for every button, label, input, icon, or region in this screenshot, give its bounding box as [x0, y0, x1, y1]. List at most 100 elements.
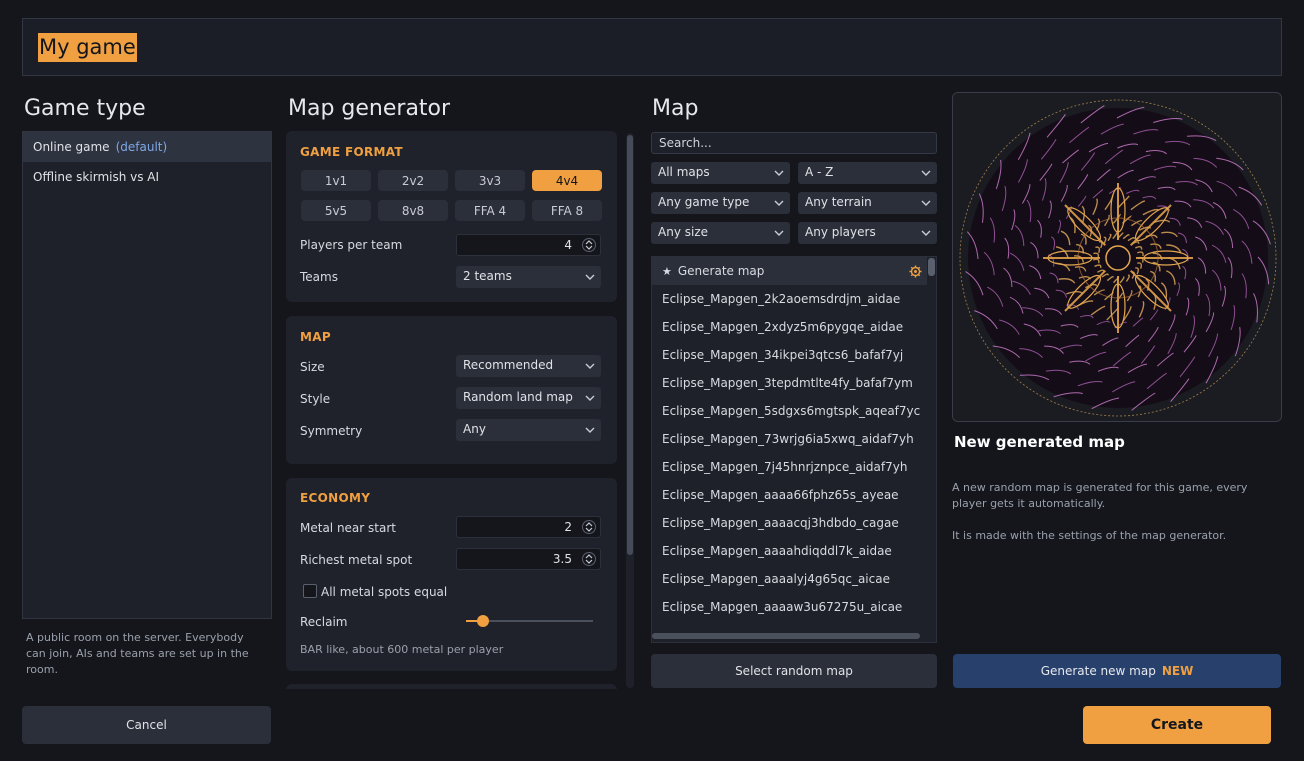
map-size-value: Any size	[658, 225, 708, 239]
chevron-down-icon	[921, 200, 931, 206]
teams-label: Teams	[300, 270, 338, 284]
map-list-horizontal-scrollbar[interactable]	[652, 633, 920, 639]
map-size-select[interactable]: Any size	[651, 222, 790, 244]
map-generator-title: Map generator	[288, 96, 451, 121]
format-1v1-button[interactable]: 1v1	[301, 170, 371, 191]
map-generator-scroll-thumb[interactable]	[627, 135, 633, 555]
map-list-item[interactable]: Eclipse_Mapgen_aaaahdiqddl7k_aidae	[652, 537, 936, 565]
preview-description: A new random map is generated for this g…	[952, 481, 1248, 510]
game-name-text[interactable]: My game	[38, 33, 137, 62]
richest-metal-value: 3.5	[552, 552, 572, 566]
map-settings-title: MAP	[300, 330, 331, 344]
map-generator-scrollbar[interactable]	[626, 133, 634, 688]
map-sort-value: A - Z	[805, 165, 834, 179]
players-per-team-value: 4	[564, 238, 572, 252]
map-list-item[interactable]: Eclipse_Mapgen_aaaalyj4g65qc_aicae	[652, 565, 936, 593]
map-title: Map	[652, 96, 699, 121]
game-type-offline[interactable]: Offline skirmish vs AI	[23, 162, 271, 192]
map-generator-panel: GAME FORMAT 1v1 2v2 3v3 4v4 5v5 8v8 FFA …	[286, 131, 618, 689]
size-select[interactable]: Recommended	[456, 355, 601, 377]
format-5v5-button[interactable]: 5v5	[301, 200, 371, 221]
game-type-description: A public room on the server. Everybody c…	[26, 631, 249, 676]
select-random-map-button[interactable]: Select random map	[651, 654, 937, 688]
create-button[interactable]: Create	[1083, 706, 1271, 744]
size-value: Recommended	[463, 358, 554, 372]
format-3v3-button[interactable]: 3v3	[455, 170, 525, 191]
reclaim-slider[interactable]	[466, 615, 593, 627]
style-select[interactable]: Random land map	[456, 387, 601, 409]
chevron-down-icon	[921, 230, 931, 236]
format-ffa8-button[interactable]: FFA 8	[532, 200, 602, 221]
generate-map-row[interactable]: ★ Generate map	[652, 257, 936, 285]
game-type-online-default: (default)	[115, 140, 168, 154]
format-4v4-button[interactable]: 4v4	[532, 170, 602, 191]
players-per-team-spinbox[interactable]: 4	[456, 234, 601, 256]
reclaim-description: BAR like, about 600 metal per player	[300, 643, 504, 656]
star-icon: ★	[662, 265, 672, 278]
chevron-down-icon	[774, 200, 784, 206]
cancel-button[interactable]: Cancel	[22, 706, 271, 744]
metal-near-start-spinbox[interactable]: 2	[456, 516, 601, 538]
chevron-down-icon	[585, 395, 595, 401]
map-terrain-value: Any terrain	[805, 195, 872, 209]
map-game-type-select[interactable]: Any game type	[651, 192, 790, 214]
game-type-title: Game type	[24, 96, 146, 121]
map-list-item[interactable]: Eclipse_Mapgen_aaaaw3u67275u_aicae	[652, 593, 936, 621]
economy-card: ECONOMY Metal near start 2 Richest metal…	[286, 478, 617, 671]
spin-arrows-icon[interactable]	[582, 237, 596, 253]
symmetry-select[interactable]: Any	[456, 419, 601, 441]
map-sort-select[interactable]: A - Z	[798, 162, 937, 184]
map-list-item[interactable]: Eclipse_Mapgen_aaaacqj3hdbdo_cagae	[652, 509, 936, 537]
size-label: Size	[300, 360, 325, 374]
map-list-item[interactable]: Eclipse_Mapgen_2xdyz5m6pygqe_aidae	[652, 313, 936, 341]
gear-icon[interactable]	[909, 265, 922, 278]
map-list-item[interactable]: Eclipse_Mapgen_aaaa66fphz65s_ayeae	[652, 481, 936, 509]
map-list-item[interactable]: Eclipse_Mapgen_7j45hnrjznpce_aidaf7yh	[652, 453, 936, 481]
format-8v8-button[interactable]: 8v8	[378, 200, 448, 221]
map-filter-value: All maps	[658, 165, 710, 179]
symmetry-label: Symmetry	[300, 424, 363, 438]
map-filter-select[interactable]: All maps	[651, 162, 790, 184]
reclaim-label: Reclaim	[300, 615, 348, 629]
format-2v2-button[interactable]: 2v2	[378, 170, 448, 191]
spin-arrows-icon[interactable]	[582, 519, 596, 535]
map-game-type-value: Any game type	[658, 195, 750, 209]
preview-settings-note: It is made with the settings of the map …	[952, 529, 1227, 542]
map-list-item[interactable]: Eclipse_Mapgen_34ikpei3qtcs6_bafaf7yj	[652, 341, 936, 369]
game-type-online[interactable]: Online game (default)	[23, 132, 271, 162]
map-list: ★ Generate map Eclipse_Mapgen_2k2aoemsdrd…	[651, 256, 937, 643]
chevron-down-icon	[774, 230, 784, 236]
generate-new-map-button[interactable]: Generate new map NEW	[953, 654, 1281, 688]
generate-new-map-label: Generate new map	[1040, 664, 1156, 678]
map-list-item[interactable]: Eclipse_Mapgen_2k2aoemsdrdjm_aidae	[652, 285, 936, 313]
game-name-field[interactable]: My game	[22, 18, 1282, 76]
game-format-card: GAME FORMAT 1v1 2v2 3v3 4v4 5v5 8v8 FFA …	[286, 131, 617, 302]
map-list-item[interactable]: Eclipse_Mapgen_73wrjg6ia5xwq_aidaf7yh	[652, 425, 936, 453]
map-search-input[interactable]: Search...	[651, 132, 937, 154]
teams-select[interactable]: 2 teams	[456, 266, 601, 288]
map-list-scrollbar[interactable]	[927, 257, 936, 642]
style-label: Style	[300, 392, 331, 406]
richest-metal-spinbox[interactable]: 3.5	[456, 548, 601, 570]
chevron-down-icon	[585, 363, 595, 369]
teams-value: 2 teams	[463, 269, 512, 283]
symmetry-value: Any	[463, 422, 486, 436]
players-per-team-label: Players per team	[300, 238, 403, 252]
generated-map-preview-icon	[953, 93, 1281, 421]
map-terrain-select[interactable]: Any terrain	[798, 192, 937, 214]
spin-arrows-icon[interactable]	[582, 551, 596, 567]
map-list-item[interactable]: Eclipse_Mapgen_5sdgxs6mgtspk_aqeaf7yc	[652, 397, 936, 425]
map-list-item[interactable]: Eclipse_Mapgen_3tepdmtlte4fy_bafaf7ym	[652, 369, 936, 397]
all-metal-equal-label: All metal spots equal	[321, 585, 448, 599]
map-rows: Eclipse_Mapgen_2k2aoemsdrdjm_aidae Eclips…	[652, 285, 936, 621]
chevron-down-icon	[585, 274, 595, 280]
preview-title: New generated map	[954, 433, 1125, 451]
map-settings-card: MAP Size Recommended Style Random land m…	[286, 316, 617, 464]
map-list-scroll-thumb[interactable]	[928, 258, 935, 276]
reclaim-slider-handle[interactable]	[476, 615, 489, 627]
map-players-value: Any players	[805, 225, 876, 239]
game-type-list: Online game (default) Offline skirmish vs…	[22, 131, 272, 619]
map-players-select[interactable]: Any players	[798, 222, 937, 244]
format-ffa4-button[interactable]: FFA 4	[455, 200, 525, 221]
all-metal-equal-checkbox[interactable]	[303, 584, 317, 598]
